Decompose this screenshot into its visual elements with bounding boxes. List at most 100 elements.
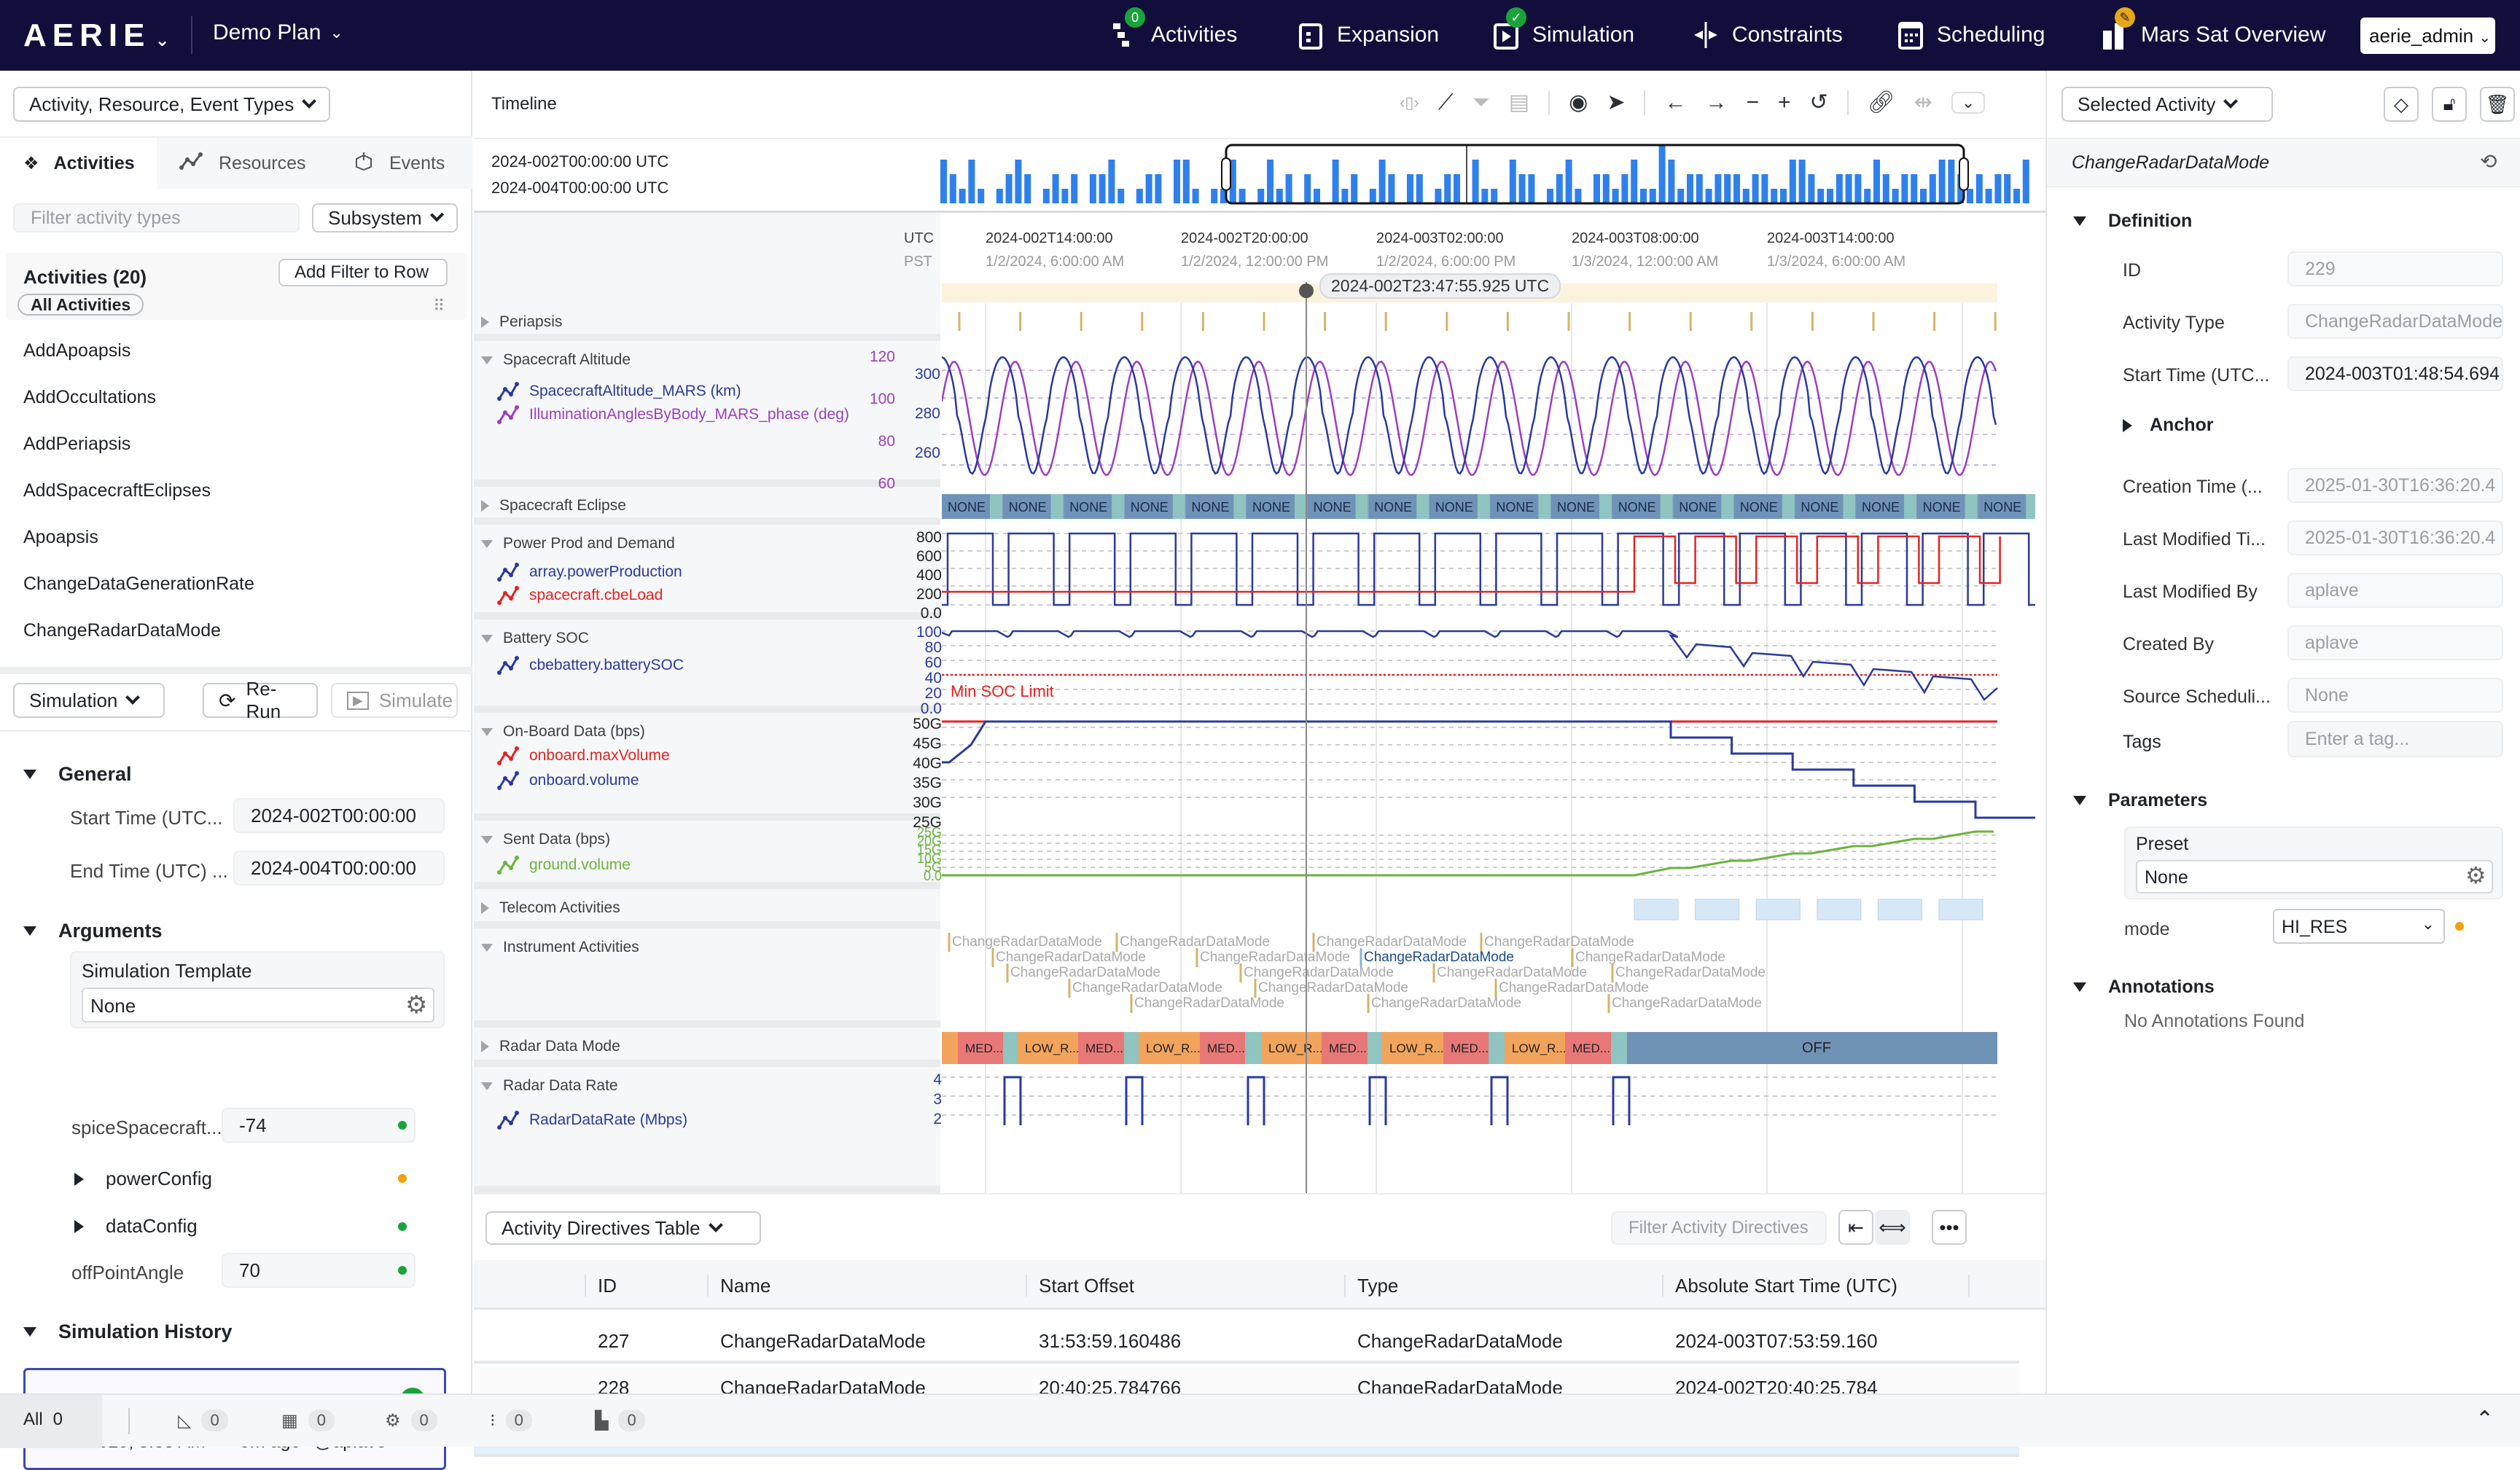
- footer-all[interactable]: All 0: [0, 1395, 102, 1448]
- activity-label[interactable]: ChangeRadarDataMode: [1120, 934, 1270, 950]
- brush-handle-left[interactable]: [1221, 157, 1231, 191]
- row-toggle[interactable]: Telecom Activities: [481, 899, 620, 917]
- footer-views[interactable]: ▙ 0: [595, 1410, 645, 1431]
- activity-label[interactable]: ChangeRadarDataMode: [952, 934, 1102, 950]
- tab-activities[interactable]: ❖ Activities: [0, 138, 157, 189]
- activity-label[interactable]: ChangeRadarDataMode: [1072, 980, 1222, 996]
- column-header[interactable]: Type: [1344, 1275, 1398, 1297]
- row-toggle[interactable]: Spacecraft Eclipse: [481, 497, 626, 515]
- mode-select[interactable]: HI_RES ⌄: [2273, 909, 2445, 944]
- activity-label[interactable]: ChangeRadarDataMode: [1316, 934, 1467, 950]
- row-toggle[interactable]: Radar Data Rate: [481, 1077, 618, 1095]
- field-value[interactable]: 2024-003T01:48:54.694: [2287, 356, 2503, 391]
- activity-label[interactable]: ChangeRadarDataMode: [1615, 965, 1766, 980]
- layer-icon[interactable]: ▤: [1509, 90, 1529, 115]
- radar-mode-segment[interactable]: [1245, 1032, 1261, 1064]
- activity-label[interactable]: ChangeRadarDataMode: [1364, 950, 1514, 965]
- activity-label[interactable]: ChangeRadarDataMode: [1258, 980, 1408, 996]
- panel-splitter[interactable]: [0, 667, 472, 674]
- telecom-activity[interactable]: [1877, 899, 1922, 920]
- arg-spice-input[interactable]: -74: [222, 1108, 416, 1143]
- activity-label[interactable]: ChangeRadarDataMode: [1437, 965, 1587, 980]
- user-menu[interactable]: aerie_admin ⌄: [2360, 17, 2495, 54]
- telecom-activity[interactable]: [1695, 899, 1740, 920]
- nav-constraints[interactable]: Constraints: [1693, 20, 1843, 50]
- legend-item[interactable]: onboard.maxVolume: [497, 746, 670, 765]
- nav-activities[interactable]: 0 Activities: [1112, 7, 1237, 50]
- definition-section[interactable]: Definition: [2073, 211, 2192, 232]
- gear-icon[interactable]: ⚙: [2465, 861, 2486, 889]
- legend-item[interactable]: array.powerProduction: [497, 563, 682, 582]
- tags-input[interactable]: Enter a tag...: [2287, 721, 2503, 757]
- cursor-pin-icon[interactable]: [1299, 284, 1314, 298]
- simulation-dropdown[interactable]: Simulation: [13, 683, 165, 718]
- nav-simulation[interactable]: ✓ Simulation: [1493, 7, 1634, 50]
- activity-label[interactable]: ChangeRadarDataMode: [1244, 965, 1394, 980]
- telecom-activity[interactable]: [1938, 899, 1983, 920]
- aerie-logo[interactable]: AERIE ⌄: [23, 17, 176, 54]
- fit-columns-icon[interactable]: ⟺: [1875, 1210, 1910, 1245]
- pan-right-icon[interactable]: →: [1705, 90, 1727, 115]
- camera-icon[interactable]: ◉: [1569, 90, 1588, 115]
- general-section[interactable]: General: [23, 763, 132, 786]
- column-header[interactable]: Absolute Start Time (UTC): [1662, 1275, 1897, 1297]
- row-toggle[interactable]: Periapsis: [481, 313, 562, 331]
- legend-item[interactable]: onboard.volume: [497, 771, 639, 790]
- arg-powerconfig[interactable]: powerConfig: [74, 1168, 212, 1190]
- arguments-section[interactable]: Arguments: [23, 920, 163, 942]
- radar-mode-segment[interactable]: [1003, 1032, 1018, 1064]
- row-toggle[interactable]: Power Prod and Demand: [481, 535, 675, 552]
- annotations-section[interactable]: Annotations: [2073, 977, 2215, 998]
- preset-select[interactable]: None: [2136, 860, 2493, 894]
- simulate-button[interactable]: ▶ Simulate: [331, 683, 458, 718]
- activity-label[interactable]: ChangeRadarDataMode: [1010, 965, 1160, 980]
- radar-mode-segment[interactable]: [1489, 1032, 1505, 1064]
- activity-type-item[interactable]: ChangeRadarDataMode: [23, 620, 221, 641]
- link-icon[interactable]: 🔗︎: [1868, 90, 1895, 115]
- trash-icon[interactable]: 🗑︎: [2480, 87, 2515, 122]
- activity-type-item[interactable]: AddApoapsis: [23, 340, 130, 361]
- subsystem-dropdown[interactable]: Subsystem: [312, 203, 458, 232]
- template-select[interactable]: None: [82, 988, 434, 1023]
- activity-type-item[interactable]: Apoapsis: [23, 527, 98, 548]
- activity-type-item[interactable]: AddOccultations: [23, 387, 156, 408]
- diamond-icon[interactable]: ◇: [2384, 87, 2419, 122]
- activity-label[interactable]: ChangeRadarDataMode: [1575, 950, 1725, 965]
- line-chart-icon[interactable]: ⟋: [1438, 90, 1454, 115]
- row-toggle[interactable]: Sent Data (bps): [481, 831, 610, 848]
- reset-icon[interactable]: ↺: [1810, 90, 1828, 115]
- arg-dataconfig[interactable]: dataConfig: [74, 1215, 198, 1238]
- end-time-input[interactable]: 2024-004T00:00:00: [233, 851, 445, 885]
- activity-label[interactable]: ChangeRadarDataMode: [1134, 996, 1284, 1011]
- row-toggle[interactable]: Spacecraft Altitude: [481, 351, 631, 369]
- drag-handle-icon[interactable]: ⠿: [433, 297, 445, 316]
- footer-constraints[interactable]: ◺ 0: [178, 1410, 228, 1431]
- activity-label[interactable]: ChangeRadarDataMode: [1200, 950, 1350, 965]
- all-activities-chip[interactable]: All Activities: [17, 294, 144, 316]
- telecom-activity[interactable]: [1755, 899, 1801, 920]
- nav-scheduling[interactable]: Scheduling: [1897, 20, 2045, 50]
- radar-mode-segment[interactable]: [1368, 1032, 1382, 1064]
- footer-expand-icon[interactable]: ⌃: [2476, 1407, 2494, 1432]
- rerun-button[interactable]: ⟳ Re-Run: [203, 678, 318, 722]
- parameters-section[interactable]: Parameters: [2073, 790, 2207, 811]
- column-header[interactable]: ID: [585, 1275, 617, 1297]
- footer-settings[interactable]: ⚙ 0: [385, 1410, 437, 1431]
- legend-item[interactable]: SpacecraftAltitude_MARS (km): [497, 382, 741, 401]
- select-range-icon[interactable]: ⇹: [1914, 90, 1932, 115]
- column-header[interactable]: Name: [707, 1275, 771, 1297]
- filter-activity-types[interactable]: Filter activity types: [13, 203, 300, 232]
- legend-item[interactable]: spacecraft.cbeLoad: [497, 586, 663, 605]
- nav-view[interactable]: ✎ Mars Sat Overview: [2102, 7, 2325, 50]
- row-toggle[interactable]: Radar Data Mode: [481, 1038, 620, 1055]
- zoom-in-icon[interactable]: +: [1778, 90, 1791, 115]
- telecom-activity[interactable]: [1817, 899, 1862, 920]
- telecom-activity[interactable]: [1634, 899, 1679, 920]
- anchor-toggle[interactable]: Anchor: [2123, 415, 2214, 436]
- arg-offpoint-input[interactable]: 70: [222, 1253, 416, 1288]
- activity-label[interactable]: ChangeRadarDataMode: [1371, 996, 1521, 1011]
- filter-directives-input[interactable]: Filter Activity Directives: [1611, 1211, 1827, 1245]
- activity-type-item[interactable]: ChangeDataGenerationRate: [23, 574, 254, 595]
- column-header[interactable]: Start Offset: [1026, 1275, 1134, 1297]
- more-options-icon[interactable]: •••: [1932, 1210, 1967, 1245]
